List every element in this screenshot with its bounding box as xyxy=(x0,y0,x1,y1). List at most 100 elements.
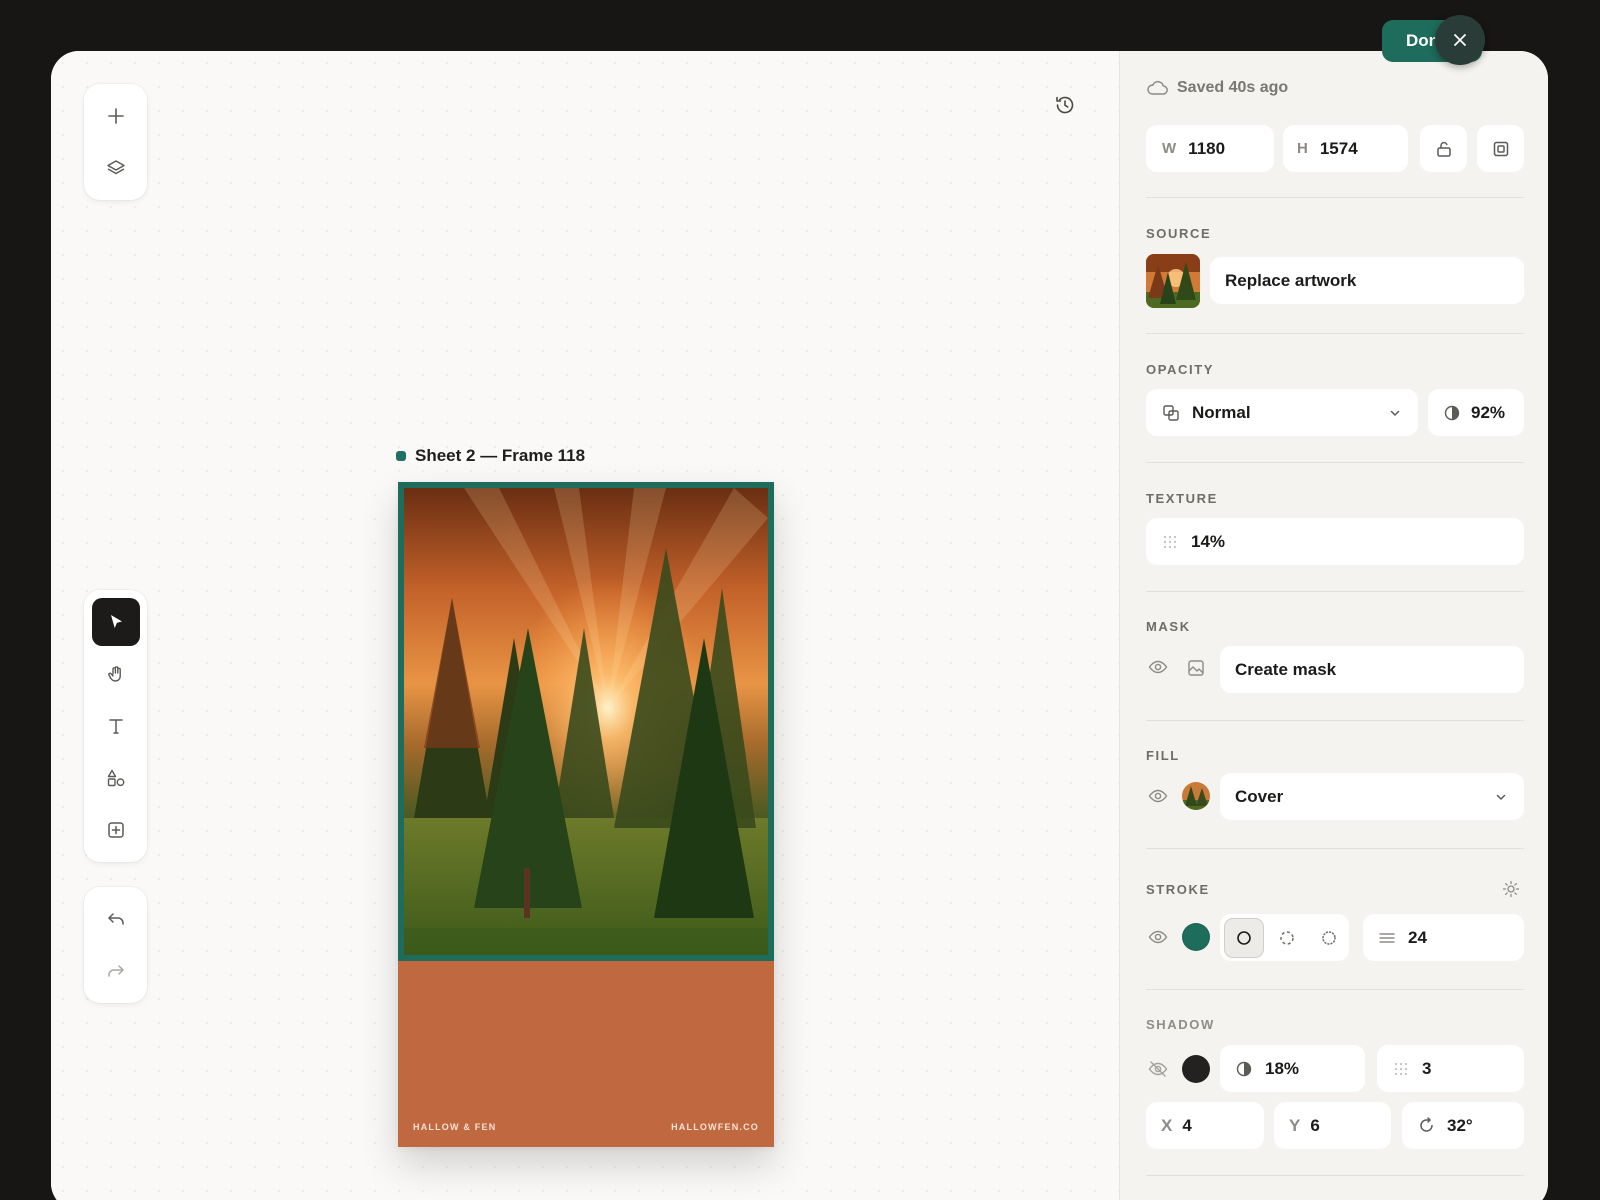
height-field[interactable]: H 1574 xyxy=(1283,125,1408,172)
stroke-width-input[interactable]: 24 xyxy=(1363,914,1524,961)
width-field[interactable]: W 1180 xyxy=(1146,125,1274,172)
stroke-color-swatch[interactable] xyxy=(1182,923,1210,951)
poster-brand-url: HALLOWFEN.CO xyxy=(671,1122,759,1132)
shadow-x-label: X xyxy=(1161,1115,1173,1135)
shadow-x-input[interactable]: X 4 xyxy=(1146,1102,1264,1149)
shadow-angle-value: 32° xyxy=(1447,1115,1473,1135)
texture-grid-icon xyxy=(1395,1062,1407,1075)
shadow-y-value: 6 xyxy=(1310,1115,1320,1135)
shadow-visibility-toggle[interactable] xyxy=(1148,1060,1168,1078)
hand-tool-button[interactable] xyxy=(92,650,140,698)
poster-artwork[interactable] xyxy=(398,482,774,961)
opacity-section-title: OPACITY xyxy=(1146,362,1215,377)
width-label: W xyxy=(1162,140,1177,157)
create-mask-label: Create mask xyxy=(1235,659,1337,679)
poster-frame[interactable]: HALLOW & FEN HALLOWFEN.CO xyxy=(398,482,774,1147)
close-button[interactable] xyxy=(1435,15,1485,65)
divider xyxy=(1146,591,1524,592)
shadow-opacity-value: 18% xyxy=(1265,1058,1300,1078)
stroke-weight-icon xyxy=(1379,932,1395,943)
canvas[interactable]: Sheet 2 — Frame 118 HALLOW & FEN HALLOWF… xyxy=(51,51,1119,1200)
mask-image-toggle[interactable] xyxy=(1187,659,1205,677)
top-toolbar xyxy=(84,84,147,200)
tools-toolbar xyxy=(84,590,147,862)
plus-icon xyxy=(107,108,124,124)
chevron-down-icon xyxy=(1496,794,1506,800)
opacity-value: 92% xyxy=(1471,402,1506,422)
shadow-x-value: 4 xyxy=(1182,1115,1192,1135)
shadow-color-swatch[interactable] xyxy=(1182,1055,1210,1083)
frame-label-text: Sheet 2 — Frame 118 xyxy=(415,446,586,465)
replace-artwork-label: Replace artwork xyxy=(1225,270,1357,290)
width-value: 1180 xyxy=(1188,138,1226,158)
pointer-icon xyxy=(110,615,122,628)
stroke-visibility-toggle[interactable] xyxy=(1148,929,1168,945)
version-history-button[interactable] xyxy=(1049,89,1081,121)
save-status-text: Saved 40s ago xyxy=(1177,79,1289,96)
texture-value: 14% xyxy=(1191,531,1226,551)
frame-indicator-dot xyxy=(396,451,406,461)
redo-button[interactable] xyxy=(92,947,140,995)
blend-mode-icon xyxy=(1163,404,1179,421)
poster-brand-name: HALLOW & FEN xyxy=(413,1122,497,1132)
stroke-dashed-option[interactable] xyxy=(1267,918,1307,958)
frame-fit-icon xyxy=(1493,141,1508,156)
stroke-solid-option[interactable] xyxy=(1224,917,1264,958)
source-thumbnail[interactable] xyxy=(1146,254,1200,308)
fill-image-swatch[interactable] xyxy=(1182,782,1210,810)
forest-sunset-image xyxy=(404,488,768,955)
shadow-y-label: Y xyxy=(1289,1115,1301,1135)
artwork-thumbnail-image xyxy=(1146,254,1200,308)
fill-section-title: FILL xyxy=(1146,748,1180,763)
shapes-icon xyxy=(107,769,124,787)
fill-mode-select[interactable]: Cover xyxy=(1220,773,1524,820)
stroke-dotted-option[interactable] xyxy=(1309,918,1349,958)
create-mask-button[interactable]: Create mask xyxy=(1220,646,1524,693)
unlock-icon xyxy=(1436,141,1451,157)
texture-input[interactable]: 14% xyxy=(1146,518,1524,565)
dotted-circle-icon xyxy=(1322,930,1336,945)
fill-visibility-toggle[interactable] xyxy=(1148,788,1168,804)
aspect-lock-button[interactable] xyxy=(1420,125,1467,172)
fit-frame-button[interactable] xyxy=(1477,125,1524,172)
mask-visibility-toggle[interactable] xyxy=(1148,659,1168,675)
mask-section-title: MASK xyxy=(1146,619,1191,634)
divider xyxy=(1146,462,1524,463)
layers-button[interactable] xyxy=(92,144,140,192)
insert-tool-button[interactable] xyxy=(92,806,140,854)
stroke-settings-button[interactable] xyxy=(1502,880,1520,898)
eye-icon xyxy=(1148,789,1168,803)
contrast-icon xyxy=(1444,405,1460,420)
chevron-down-icon xyxy=(1390,410,1400,416)
dashed-circle-icon xyxy=(1279,930,1294,945)
shadow-opacity-input[interactable]: 18% xyxy=(1220,1045,1365,1092)
shadow-y-input[interactable]: Y 6 xyxy=(1274,1102,1391,1149)
replace-artwork-button[interactable]: Replace artwork xyxy=(1210,257,1524,304)
divider xyxy=(1146,989,1524,990)
stroke-width-value: 24 xyxy=(1408,927,1427,947)
select-tool-button[interactable] xyxy=(91,598,140,646)
blend-mode-value: Normal xyxy=(1192,402,1251,422)
frame-label[interactable]: Sheet 2 — Frame 118 xyxy=(396,446,585,466)
poster-footer: HALLOW & FEN HALLOWFEN.CO xyxy=(413,1122,759,1132)
text-tool-button[interactable] xyxy=(92,702,140,750)
save-status: Saved 40s ago xyxy=(1146,79,1288,97)
divider xyxy=(1146,1175,1524,1176)
shadow-blur-input[interactable]: 3 xyxy=(1377,1045,1524,1092)
eye-icon xyxy=(1148,660,1168,674)
shadow-angle-input[interactable]: 32° xyxy=(1402,1102,1524,1149)
contrast-icon xyxy=(1236,1061,1252,1076)
eye-icon xyxy=(1148,930,1168,944)
undo-button[interactable] xyxy=(92,895,140,943)
shapes-tool-button[interactable] xyxy=(92,754,140,802)
divider xyxy=(1146,848,1524,849)
divider xyxy=(1146,197,1524,198)
height-label: H xyxy=(1297,140,1308,157)
add-button[interactable] xyxy=(92,92,140,140)
opacity-input[interactable]: 92% xyxy=(1428,389,1524,436)
shadow-blur-value: 3 xyxy=(1422,1058,1432,1078)
blend-mode-select[interactable]: Normal xyxy=(1146,389,1418,436)
redo-icon xyxy=(107,965,124,977)
texture-grid-icon xyxy=(1164,535,1176,548)
settings-sun-icon xyxy=(1502,880,1520,898)
